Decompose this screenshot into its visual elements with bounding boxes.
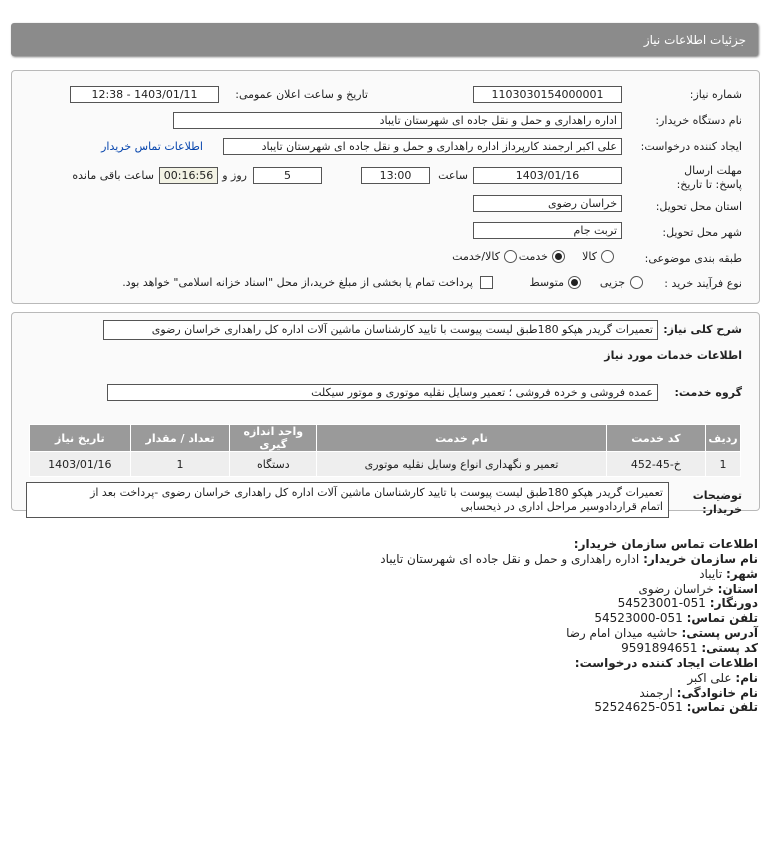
cell-service-code: خ-45-452 xyxy=(605,451,707,477)
buyer-fax-label: دورنگار: xyxy=(709,596,758,610)
buyer-contact-title: اطلاعات تماس سازمان خریدار: xyxy=(573,537,758,551)
buyer-fax-line: دورنگار: 051-54523001 xyxy=(618,596,758,610)
buyer-postal-line: کد پستی: 9591894651 xyxy=(621,641,758,655)
services-title: اطلاعات خدمات مورد نیاز xyxy=(604,349,742,362)
category-option-service: خدمت xyxy=(518,250,548,263)
col-row: ردیف xyxy=(705,424,741,452)
contact-info-link[interactable]: اطلاعات تماس خریدار xyxy=(101,140,203,153)
buyer-address-label: آدرس پستی: xyxy=(681,626,758,640)
process-radio-minor[interactable] xyxy=(630,276,643,289)
buyer-postal-value: 9591894651 xyxy=(621,641,698,655)
buyer-notes-label: توضیحات خریدار: xyxy=(692,489,742,516)
process-radio-medium[interactable] xyxy=(568,276,581,289)
cell-service-name: تعمیر و نگهداری انواع وسایل نقلیه موتوری xyxy=(316,451,607,477)
creator-name-line: نام: علی اکبر xyxy=(687,671,758,685)
buyer-field: اداره راهداری و حمل و نقل جاده ای شهرستا… xyxy=(173,112,622,129)
col-service-name: نام خدمت xyxy=(316,424,607,452)
services-table: تاریخ نیاز تعداد / مقدار واحد اندازه گیر… xyxy=(29,424,741,477)
category-radio-service[interactable] xyxy=(552,250,565,263)
buyer-org-value: اداره راهداری و حمل و نقل جاده ای شهرستا… xyxy=(380,552,640,566)
buyer-fax-value: 051-54523001 xyxy=(617,596,706,610)
summary-field: تعمیرات گریدر هپکو 180طبق لیست پیوست با … xyxy=(103,320,658,340)
treasury-payment-checkbox[interactable] xyxy=(480,276,493,289)
buyer-phone-line: تلفن تماس: 051-54523000 xyxy=(594,611,758,625)
service-group-label: گروه خدمت: xyxy=(674,386,742,399)
deadline-label: مهلت ارسال پاسخ: تا تاریخ: xyxy=(676,164,742,191)
creator-label: ایجاد کننده درخواست: xyxy=(640,140,742,153)
table-row[interactable]: 1403/01/16 1 دستگاه تعمیر و نگهداری انوا… xyxy=(29,451,741,477)
buyer-phone-label: تلفن تماس: xyxy=(686,611,758,625)
category-label: طبقه بندی موضوعی: xyxy=(644,252,742,265)
buyer-org-label: نام سازمان خریدار: xyxy=(643,552,758,566)
category-radio-goods[interactable] xyxy=(601,250,614,263)
col-service-code: کد خدمت xyxy=(605,424,707,452)
creator-family-line: نام خانوادگی: ارجمند xyxy=(639,686,758,700)
deadline-time-label: ساعت xyxy=(438,169,468,182)
city-label: شهر محل تحویل: xyxy=(662,226,742,239)
buyer-city-line: شهر: تایباد xyxy=(699,567,758,581)
need-number-label: شماره نیاز: xyxy=(689,88,742,101)
process-label: نوع فرآیند خرید : xyxy=(664,277,742,290)
buyer-city-label: شهر: xyxy=(726,567,758,581)
creator-phone-value: 051-52524625 xyxy=(594,700,683,714)
creator-family-value: ارجمند xyxy=(639,686,673,700)
creator-name-value: علی اکبر xyxy=(687,671,732,685)
remaining-label: ساعت باقی مانده xyxy=(72,169,154,182)
process-option-minor: جزیی xyxy=(599,276,625,289)
cell-need-date: 1403/01/16 xyxy=(29,451,131,477)
col-quantity: تعداد / مقدار xyxy=(129,424,231,452)
buyer-address-value: حاشیه میدان امام رضا xyxy=(566,626,678,640)
buyer-address-line: آدرس پستی: حاشیه میدان امام رضا xyxy=(566,626,758,640)
summary-label: شرح کلی نیاز: xyxy=(663,323,742,336)
buyer-city-value: تایباد xyxy=(699,567,723,581)
cell-row: 1 xyxy=(705,451,741,477)
province-label: استان محل تحویل: xyxy=(655,200,742,213)
creator-family-label: نام خانوادگی: xyxy=(676,686,758,700)
creator-name-label: نام: xyxy=(735,671,758,685)
cell-unit: دستگاه xyxy=(229,451,318,477)
treasury-payment-text: پرداخت تمام یا بخشی از مبلغ خرید،از محل … xyxy=(122,276,473,289)
need-number-field: 1103030154000001 xyxy=(473,86,622,103)
creator-field: علی اکبر ارجمند کارپرداز اداره راهداری و… xyxy=(223,138,622,155)
deadline-time-field: 13:00 xyxy=(361,167,430,184)
buyer-postal-label: کد پستی: xyxy=(701,641,758,655)
buyer-notes-field: تعمیرات گریدر هپکو 180طبق لیست پیوست با … xyxy=(26,482,669,518)
creator-phone-line: تلفن تماس: 051-52524625 xyxy=(594,700,758,714)
need-details-panel xyxy=(11,70,760,304)
col-need-date: تاریخ نیاز xyxy=(29,424,131,452)
service-group-field: عمده فروشی و خرده فروشی ؛ تعمیر وسایل نق… xyxy=(107,384,658,401)
remaining-time-field: 00:16:56 xyxy=(159,167,218,184)
province-field: خراسان رضوی xyxy=(473,195,622,212)
table-header-row: تاریخ نیاز تعداد / مقدار واحد اندازه گیر… xyxy=(29,424,741,452)
buyer-org-line: نام سازمان خریدار: اداره راهداری و حمل و… xyxy=(380,552,758,566)
cell-quantity: 1 xyxy=(129,451,231,477)
days-label: روز و xyxy=(222,169,247,182)
category-radio-goods-service[interactable] xyxy=(504,250,517,263)
category-option-goods-service: کالا/خدمت xyxy=(452,250,500,263)
deadline-date-field: 1403/01/16 xyxy=(473,167,622,184)
creator-phone-label: تلفن تماس: xyxy=(686,700,758,714)
days-field: 5 xyxy=(253,167,322,184)
buyer-province-value: خراسان رضوی xyxy=(638,582,714,596)
buyer-phone-value: 051-54523000 xyxy=(594,611,683,625)
announce-label: تاریخ و ساعت اعلان عمومی: xyxy=(235,88,368,101)
page-title: جزئیات اطلاعات نیاز xyxy=(643,33,746,47)
buyer-province-label: استان: xyxy=(717,582,758,596)
announce-field: 1403/01/11 - 12:38 xyxy=(70,86,219,103)
buyer-province-line: استان: خراسان رضوی xyxy=(639,582,758,596)
col-unit: واحد اندازه گیری xyxy=(229,424,318,452)
category-option-goods: کالا xyxy=(582,250,597,263)
buyer-notes-line-1: تعمیرات گریدر هپکو 180طبق لیست پیوست با … xyxy=(90,486,663,499)
page-header: جزئیات اطلاعات نیاز xyxy=(11,23,758,56)
creator-contact-title: اطلاعات ایجاد کننده درخواست: xyxy=(574,656,758,670)
buyer-notes-line-2: اتمام قراردادوسیر مراحل اداری در ذیحسابی xyxy=(460,500,663,513)
process-option-medium: متوسط xyxy=(529,276,564,289)
city-field: تربت جام xyxy=(473,222,622,239)
buyer-label: نام دستگاه خریدار: xyxy=(655,114,742,127)
